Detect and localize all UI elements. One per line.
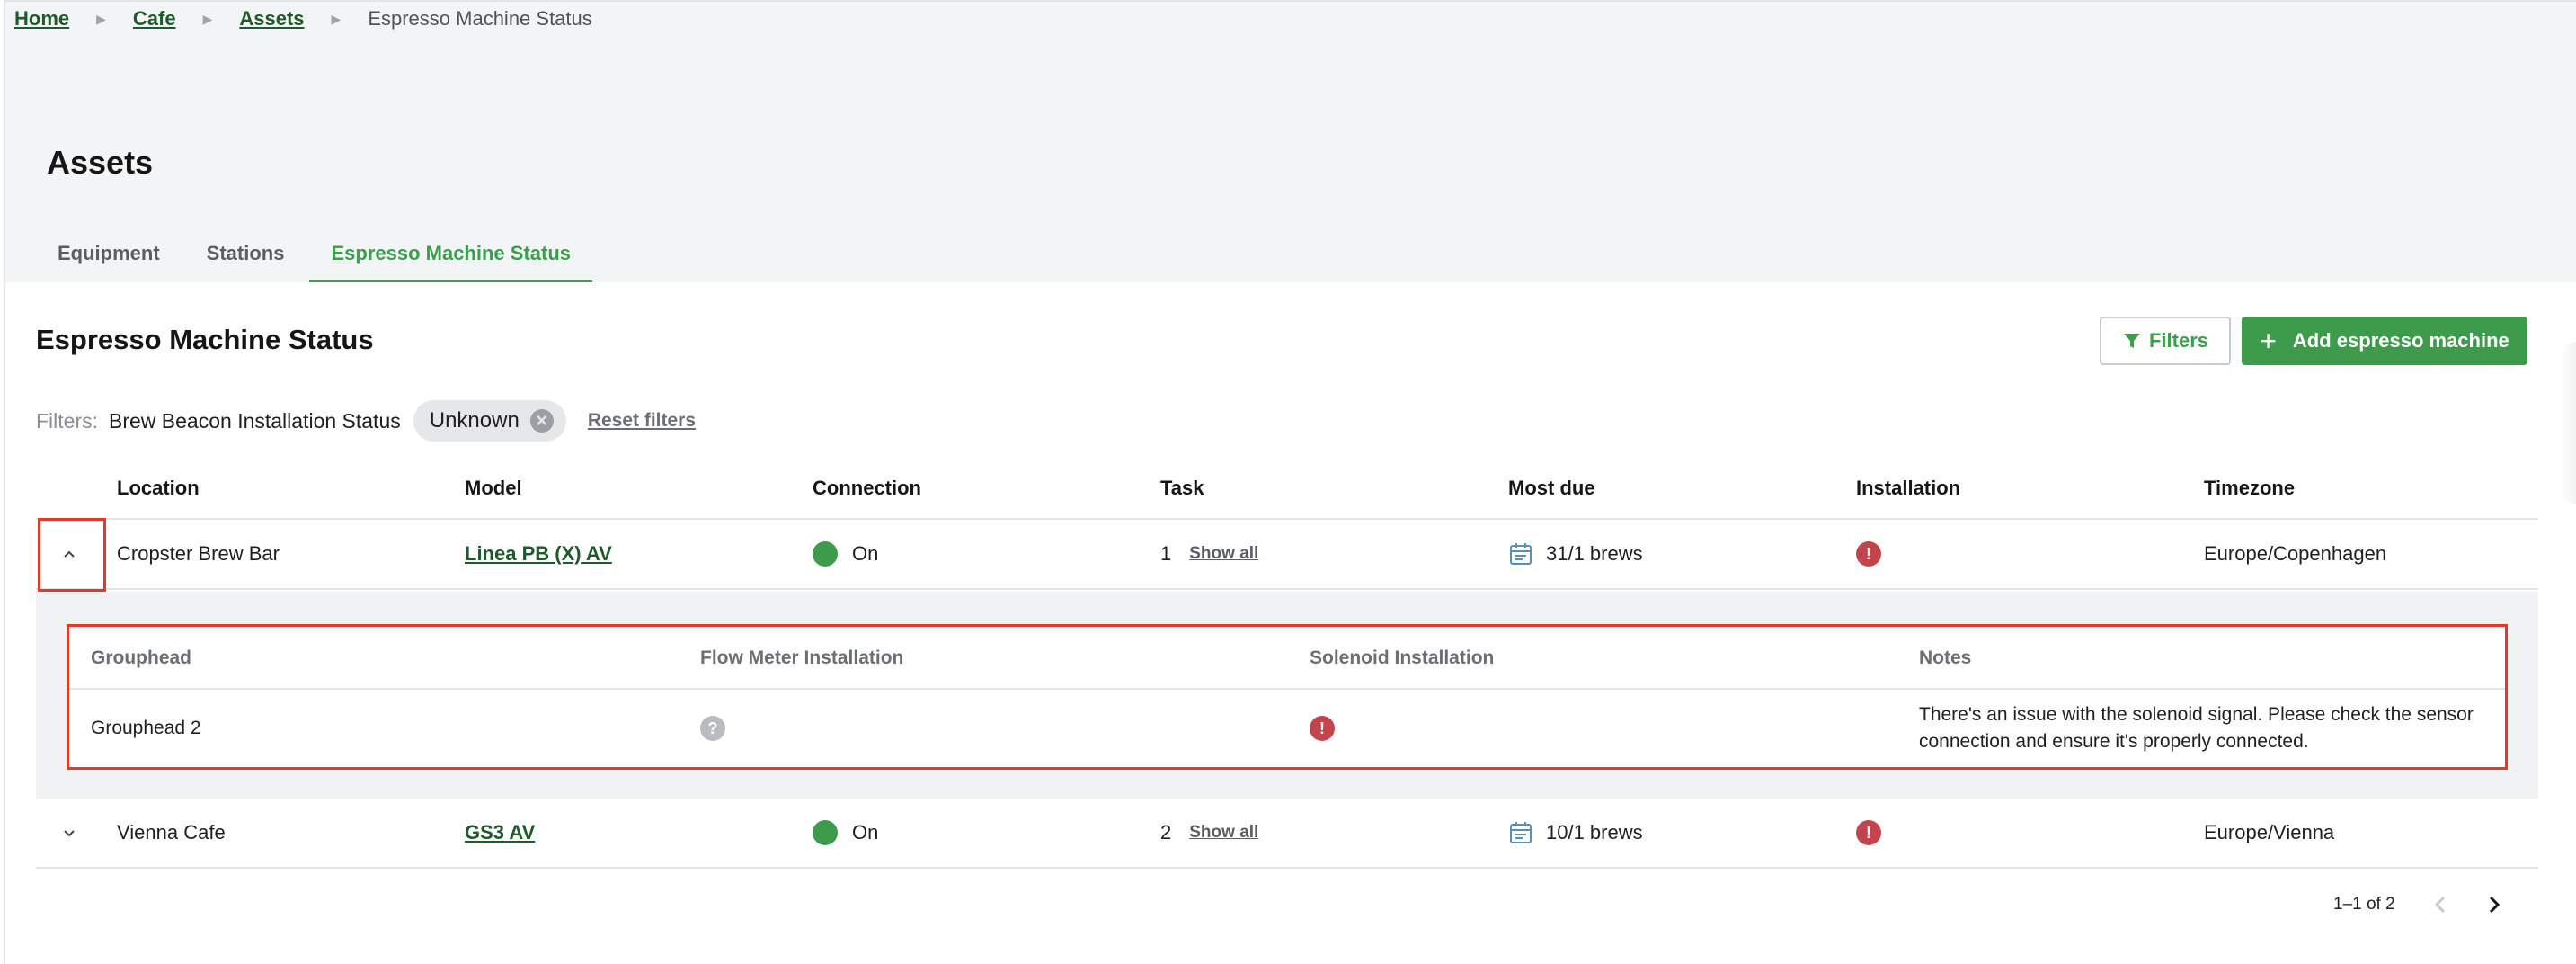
breadcrumb-assets[interactable]: Assets [239,7,304,31]
column-header[interactable]: Most due [1508,459,1595,518]
show-all-link[interactable]: Show all [1189,544,1258,564]
table-header: Location Model Connection Task Most due … [36,459,2538,520]
column-header[interactable]: Model [465,459,522,518]
notes-cell: There's an issue with the solenoid signa… [1919,690,2494,767]
column-header[interactable]: Location [117,459,200,518]
subtable-column-header: Grouphead [91,647,192,668]
model-cell: GS3 AV [465,799,535,867]
subtable-header: Grouphead Flow Meter Installation Soleno… [69,627,2505,690]
calendar-icon [1508,541,1533,567]
connection-label: On [852,542,879,565]
funnel-icon [2122,331,2142,351]
filters-button[interactable]: Filters [2100,317,2231,365]
grouphead-subtable: Grouphead Flow Meter Installation Soleno… [67,624,2508,770]
most-due-cell: 31/1 brews [1508,520,1643,588]
reset-filters-link[interactable]: Reset filters [588,410,696,432]
active-filters: Filters: Brew Beacon Installation Status… [36,399,696,442]
pagination-label: 1–1 of 2 [2333,895,2395,914]
add-button-label: Add espresso machine [2292,329,2509,352]
status-online-icon [813,541,838,567]
close-icon[interactable]: ✕ [529,409,554,433]
task-cell: 2 Show all [1160,799,1258,867]
tab-bar: Equipment Stations Espresso Machine Stat… [34,225,594,282]
error-icon: ! [1856,820,1881,845]
tab-espresso-machine-status[interactable]: Espresso Machine Status [307,225,594,282]
side-panel-edge [2560,342,2576,504]
tab-stations[interactable]: Stations [183,225,308,282]
error-icon: ! [1310,716,1335,741]
most-due-value: 10/1 brews [1546,821,1643,844]
task-count: 1 [1160,542,1172,565]
breadcrumb-cafe[interactable]: Cafe [133,7,176,31]
most-due-cell: 10/1 brews [1508,799,1643,867]
chevron-right-icon: ▶ [96,11,106,26]
column-header[interactable]: Connection [813,459,921,518]
add-espresso-machine-button[interactable]: + Add espresso machine [2242,317,2527,365]
chevron-right-icon: ▶ [202,11,213,26]
flow-meter-cell: ? [700,690,725,767]
installation-cell: ! [1856,520,1881,588]
filter-name: Brew Beacon Installation Status [109,408,401,433]
connection-label: On [852,821,879,844]
task-count: 2 [1160,821,1172,844]
location-cell: Cropster Brew Bar [117,542,280,565]
model-link[interactable]: Linea PB (X) AV [465,542,612,566]
connection-cell: On [813,520,878,588]
chevron-up-icon[interactable] [38,520,101,588]
column-header[interactable]: Task [1160,459,1204,518]
solenoid-cell: ! [1310,690,1335,767]
show-all-link[interactable]: Show all [1189,823,1258,843]
subtable-column-header: Flow Meter Installation [700,647,904,668]
chevron-right-icon[interactable] [2485,894,2503,915]
error-icon: ! [1856,541,1881,567]
breadcrumb-home[interactable]: Home [14,7,69,31]
tab-equipment[interactable]: Equipment [34,225,183,282]
filter-chip-label: Unknown [429,408,520,433]
page-title: Assets [47,144,154,181]
most-due-value: 31/1 brews [1546,542,1643,565]
timezone-cell: Europe/Vienna [2204,821,2335,844]
breadcrumb-current: Espresso Machine Status [368,7,592,30]
grouphead-cell: Grouphead 2 [91,718,201,738]
installation-cell: ! [1856,799,1881,867]
notes-text: There's an issue with the solenoid signa… [1919,704,2474,752]
plus-icon: + [2260,325,2277,357]
model-cell: Linea PB (X) AV [465,520,612,588]
filters-label: Filters: [36,408,98,433]
table-row[interactable]: Cropster Brew Bar Linea PB (X) AV On 1 S… [36,520,2538,590]
filter-chip[interactable]: Unknown ✕ [413,400,566,442]
column-header[interactable]: Timezone [2204,459,2295,518]
breadcrumb: Home ▶ Cafe ▶ Assets ▶ Espresso Machine … [14,5,592,32]
timezone-cell: Europe/Copenhagen [2204,542,2387,565]
chevron-right-icon: ▶ [331,11,342,26]
subtable-column-header: Solenoid Installation [1310,647,1495,668]
section-title: Espresso Machine Status [36,324,374,355]
chevron-down-icon[interactable] [38,799,101,867]
connection-cell: On [813,799,878,867]
pagination: 1–1 of 2 [2333,887,2503,923]
location-cell: Vienna Cafe [117,821,226,844]
filters-button-label: Filters [2148,329,2209,352]
model-link[interactable]: GS3 AV [465,821,535,844]
chevron-left-icon[interactable] [2431,894,2449,915]
status-online-icon [813,820,838,845]
table-row[interactable]: Vienna Cafe GS3 AV On 2 Show all 10/1 br… [36,799,2538,869]
calendar-icon [1508,820,1533,845]
subtable-column-header: Notes [1919,647,1972,668]
column-header[interactable]: Installation [1856,459,1960,518]
question-icon: ? [700,716,725,741]
task-cell: 1 Show all [1160,520,1258,588]
subtable-row: Grouphead 2 ? ! There's an issue with th… [69,690,2505,767]
